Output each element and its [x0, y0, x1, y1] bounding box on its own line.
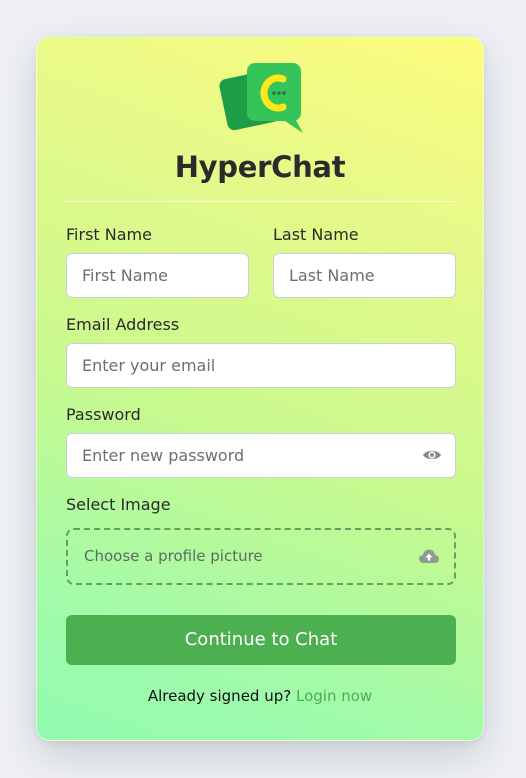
app-title: HyperChat [174, 150, 346, 184]
last-name-input[interactable] [273, 253, 456, 298]
eye-icon[interactable] [422, 447, 442, 463]
continue-button[interactable]: Continue to Chat [66, 615, 456, 665]
divider [65, 201, 455, 202]
cloud-upload-icon [419, 549, 439, 563]
signup-card: HyperChat First Name Last Name Email Add… [36, 36, 484, 741]
profile-picture-upload[interactable]: Choose a profile picture [66, 528, 456, 585]
footer: Already signed up? Login now [37, 687, 483, 705]
upload-placeholder: Choose a profile picture [84, 547, 263, 565]
footer-text: Already signed up? [147, 687, 292, 705]
password-input[interactable] [66, 433, 456, 478]
login-link[interactable]: Login now [296, 687, 372, 705]
email-input[interactable] [66, 343, 456, 388]
first-name-label: First Name [66, 225, 152, 244]
select-image-label: Select Image [66, 495, 171, 514]
last-name-label: Last Name [273, 225, 359, 244]
password-label: Password [66, 405, 141, 424]
email-label: Email Address [66, 315, 180, 334]
first-name-input[interactable] [66, 253, 249, 298]
chat-bubble-icon [219, 63, 303, 133]
